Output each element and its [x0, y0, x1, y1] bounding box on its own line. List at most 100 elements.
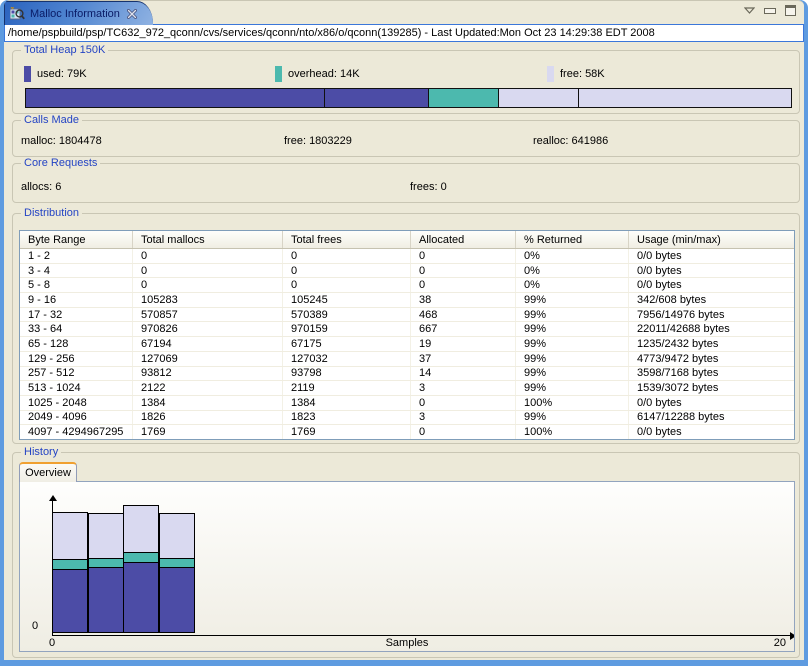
- close-icon[interactable]: [127, 9, 137, 19]
- table-cell: 33 - 64: [20, 322, 133, 336]
- table-cell: 0: [411, 249, 516, 263]
- table-cell: 14: [411, 367, 516, 381]
- table-cell: 3 - 4: [20, 264, 133, 278]
- calls-made-realloc: realloc: 641986: [533, 135, 608, 147]
- table-cell: 570389: [283, 308, 411, 322]
- table-cell: 99%: [516, 411, 629, 425]
- table-cell: 0/0 bytes: [629, 278, 794, 292]
- table-cell: 19: [411, 337, 516, 351]
- table-cell: 0/0 bytes: [629, 396, 794, 410]
- used-swatch-icon: [24, 66, 31, 82]
- heap-legend: used: 79K overhead: 14K free: 58K: [13, 65, 799, 83]
- table-cell: 6147/12288 bytes: [629, 411, 794, 425]
- column-header[interactable]: Total frees: [283, 231, 411, 248]
- table-row[interactable]: 2049 - 409618261823399%6147/12288 bytes: [20, 411, 794, 426]
- window-body: Malloc Information: [4, 0, 804, 660]
- distribution-table[interactable]: Byte RangeTotal mallocsTotal freesAlloca…: [19, 230, 795, 440]
- history-bar-1-overhead: [52, 559, 88, 570]
- x-axis-title: Samples: [20, 637, 794, 649]
- history-bar-4-used: [159, 567, 195, 633]
- history-bar-4-free: [159, 513, 195, 559]
- table-cell: 0%: [516, 278, 629, 292]
- window-controls: [744, 5, 796, 16]
- core-requests-group: Core Requests allocs: 6frees: 0: [12, 163, 800, 203]
- y-axis-origin-label: 0: [32, 620, 38, 632]
- history-bar-2-overhead: [88, 558, 124, 568]
- table-cell: 4097 - 4294967295: [20, 425, 133, 439]
- legend-overhead-label: overhead: 14K: [288, 68, 360, 80]
- table-cell: 129 - 256: [20, 352, 133, 366]
- malloc-information-window: Malloc Information: [0, 0, 808, 666]
- column-header[interactable]: Allocated: [411, 231, 516, 248]
- history-chart: 0 0 Samples 20: [19, 481, 795, 652]
- minimize-icon[interactable]: [764, 7, 776, 15]
- table-row[interactable]: 5 - 80000%0/0 bytes: [20, 278, 794, 293]
- table-row[interactable]: 1 - 20000%0/0 bytes: [20, 249, 794, 264]
- table-cell: 0: [133, 278, 283, 292]
- table-cell: 105245: [283, 293, 411, 307]
- history-bar-1-free: [52, 512, 88, 560]
- column-header[interactable]: Usage (min/max): [629, 231, 794, 248]
- column-header[interactable]: % Returned: [516, 231, 629, 248]
- table-cell: 970159: [283, 322, 411, 336]
- tab-malloc-information[interactable]: Malloc Information: [4, 1, 153, 25]
- table-row[interactable]: 257 - 51293812937981499%3598/7168 bytes: [20, 367, 794, 382]
- tab-title: Malloc Information: [30, 8, 120, 20]
- history-group: History Overview 0 0 Samples 20: [12, 452, 800, 658]
- table-cell: 127069: [133, 352, 283, 366]
- maximize-icon[interactable]: [785, 5, 796, 16]
- history-bar-2-used: [88, 567, 124, 633]
- table-cell: 0/0 bytes: [629, 249, 794, 263]
- table-cell: 468: [411, 308, 516, 322]
- distribution-table-header: Byte RangeTotal mallocsTotal freesAlloca…: [20, 231, 794, 249]
- table-cell: 99%: [516, 322, 629, 336]
- table-row[interactable]: 3 - 40000%0/0 bytes: [20, 264, 794, 279]
- table-cell: 0/0 bytes: [629, 264, 794, 278]
- table-cell: 99%: [516, 308, 629, 322]
- table-row[interactable]: 33 - 6497082697015966799%22011/42688 byt…: [20, 322, 794, 337]
- table-cell: 570857: [133, 308, 283, 322]
- table-cell: 99%: [516, 337, 629, 351]
- table-row[interactable]: 17 - 3257085757038946899%7956/14976 byte…: [20, 308, 794, 323]
- history-bar-4-overhead: [159, 558, 195, 568]
- table-cell: 0%: [516, 249, 629, 263]
- x-axis: [52, 635, 792, 636]
- table-row[interactable]: 513 - 102421222119399%1539/3072 bytes: [20, 381, 794, 396]
- table-cell: 3: [411, 411, 516, 425]
- table-cell: 667: [411, 322, 516, 336]
- table-cell: 93798: [283, 367, 411, 381]
- table-cell: 0: [411, 396, 516, 410]
- table-cell: 1025 - 2048: [20, 396, 133, 410]
- table-row[interactable]: 65 - 12867194671751999%1235/2432 bytes: [20, 337, 794, 352]
- legend-free: free: 58K: [547, 65, 605, 83]
- legend-used-label: used: 79K: [37, 68, 87, 80]
- column-header[interactable]: Total mallocs: [133, 231, 283, 248]
- tab-overview[interactable]: Overview: [19, 462, 77, 482]
- table-cell: 1384: [133, 396, 283, 410]
- y-axis-arrow: [49, 495, 57, 501]
- history-bar-3-overhead: [123, 552, 159, 563]
- view-menu-icon[interactable]: [744, 7, 755, 14]
- table-row[interactable]: 4097 - 4294967295176917690100%0/0 bytes: [20, 425, 794, 440]
- core-requests-frees: frees: 0: [410, 181, 447, 193]
- table-cell: 0: [133, 249, 283, 263]
- heap-segment-used: [26, 89, 428, 107]
- table-cell: 513 - 1024: [20, 381, 133, 395]
- table-cell: 100%: [516, 425, 629, 439]
- distribution-group: Distribution Byte RangeTotal mallocsTota…: [12, 213, 800, 444]
- x-axis-max-label: 20: [774, 637, 786, 649]
- column-header[interactable]: Byte Range: [20, 231, 133, 248]
- table-cell: 38: [411, 293, 516, 307]
- history-title: History: [21, 446, 61, 459]
- table-cell: 0: [411, 264, 516, 278]
- core-requests-allocs: allocs: 6: [21, 181, 61, 193]
- core-requests-stats: allocs: 6 frees: 0: [13, 164, 799, 202]
- table-cell: 0/0 bytes: [629, 425, 794, 439]
- total-heap-group: Total Heap 150K used: 79Koverhead: 14Kfr…: [12, 50, 800, 114]
- history-bar-1-used: [52, 569, 88, 633]
- history-bar-2-free: [88, 513, 124, 559]
- table-cell: 1384: [283, 396, 411, 410]
- table-row[interactable]: 129 - 2561270691270323799%4773/9472 byte…: [20, 352, 794, 367]
- table-row[interactable]: 1025 - 2048138413840100%0/0 bytes: [20, 396, 794, 411]
- table-row[interactable]: 9 - 161052831052453899%342/608 bytes: [20, 293, 794, 308]
